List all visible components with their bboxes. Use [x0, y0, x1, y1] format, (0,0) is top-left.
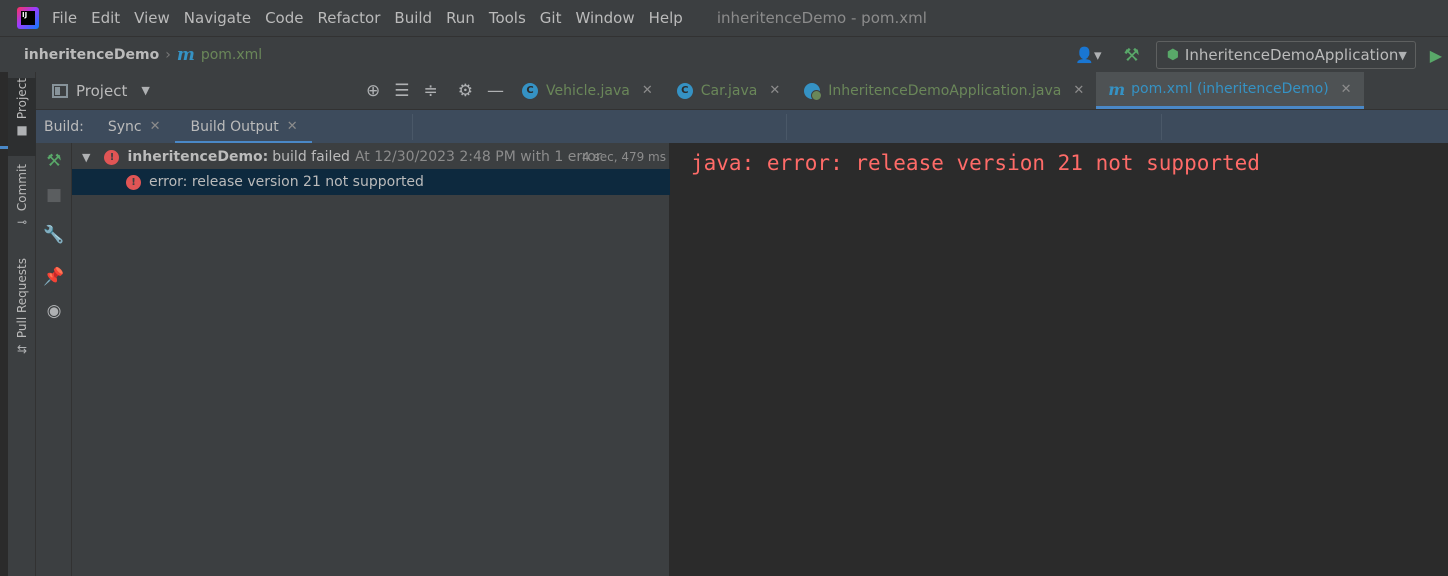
- pin-icon[interactable]: 📌: [36, 267, 72, 287]
- editor-tab-label: Car.java: [700, 82, 758, 99]
- editor-tab-car[interactable]: C Car.java ✕: [665, 72, 793, 109]
- build-tab-label: Sync: [107, 118, 142, 135]
- console-error-line: java: error: release version 21 not supp…: [691, 151, 1260, 175]
- build-console[interactable]: java: error: release version 21 not supp…: [671, 143, 1448, 576]
- menu-refactor[interactable]: Refactor: [317, 9, 380, 27]
- menu-tools[interactable]: Tools: [489, 9, 526, 27]
- menu-bar: IJ File Edit View Navigate Code Refactor…: [0, 0, 1448, 36]
- build-hammer-icon[interactable]: ⚒: [36, 151, 72, 171]
- intellij-logo-icon[interactable]: IJ: [17, 7, 39, 29]
- project-panel-title[interactable]: Project: [76, 82, 127, 100]
- menu-code[interactable]: Code: [265, 9, 303, 27]
- build-tree: ▼ ! inheritenceDemo: build failed At 12/…: [72, 143, 670, 576]
- user-dropdown-icon[interactable]: 👤▾: [1075, 46, 1101, 64]
- navigation-bar: inheritenceDemo › m pom.xml 👤▾ ⚒ ⬢ Inher…: [0, 36, 1448, 72]
- menu-file[interactable]: File: [52, 9, 77, 27]
- editor-tab-label: Vehicle.java: [546, 82, 630, 99]
- build-hammer-icon[interactable]: ⚒: [1124, 45, 1140, 66]
- menu-git[interactable]: Git: [540, 9, 562, 27]
- editor-tab-bar: C Vehicle.java ✕ C Car.java ✕ Inheritenc…: [510, 72, 1448, 109]
- editor-tab-application[interactable]: InheritenceDemoApplication.java ✕: [792, 72, 1096, 109]
- commit-icon: ⊸: [16, 215, 28, 230]
- side-tab-commit[interactable]: Commit ⊸: [8, 164, 36, 234]
- folder-icon: ■: [16, 123, 28, 138]
- close-icon[interactable]: ✕: [642, 83, 653, 98]
- stop-icon[interactable]: ■: [36, 185, 72, 205]
- build-error-message: error: release version 21 not supported: [149, 174, 424, 190]
- expand-all-icon[interactable]: ☰: [394, 81, 409, 101]
- build-project-name: inheritenceDemo:: [127, 149, 269, 165]
- side-tab-project[interactable]: Project ■: [8, 78, 36, 156]
- menu-view[interactable]: View: [134, 9, 170, 27]
- editor-tab-vehicle[interactable]: C Vehicle.java ✕: [510, 72, 665, 109]
- close-icon[interactable]: ✕: [1073, 83, 1084, 98]
- build-timestamp: At 12/30/2023 2:48 PM with 1 error: [354, 149, 602, 165]
- locate-icon[interactable]: ⊕: [366, 81, 380, 101]
- menu-edit[interactable]: Edit: [91, 9, 120, 27]
- build-tab-label: Build Output: [190, 118, 279, 135]
- class-icon: C: [522, 82, 538, 99]
- project-panel-header: Project ▼ ⊕ ☰ ≑ ⚙ —: [36, 72, 510, 109]
- project-panel-icon: [52, 83, 68, 98]
- gear-icon[interactable]: ⚙: [458, 81, 473, 101]
- hide-icon[interactable]: —: [487, 81, 504, 101]
- side-tab-project-label: Project: [15, 78, 29, 120]
- editor-tab-label: InheritenceDemoApplication.java: [828, 82, 1062, 99]
- close-icon[interactable]: ✕: [150, 119, 161, 134]
- error-icon: !: [104, 149, 120, 165]
- breadcrumb-project[interactable]: inheritenceDemo: [24, 47, 159, 63]
- close-icon[interactable]: ✕: [287, 119, 298, 134]
- divider: [412, 114, 413, 140]
- editor-tab-pom[interactable]: m pom.xml (inheritenceDemo) ✕: [1096, 72, 1364, 109]
- spring-boot-icon: ⬢: [1166, 47, 1179, 63]
- build-tab-output[interactable]: Build Output ✕: [174, 110, 312, 144]
- run-configuration-label: InheritenceDemoApplication: [1184, 46, 1399, 64]
- build-status: build failed: [272, 149, 350, 165]
- menu-window[interactable]: Window: [575, 9, 634, 27]
- side-tab-pull-requests[interactable]: Pull Requests ⇆: [8, 258, 36, 362]
- menu-help[interactable]: Help: [649, 9, 683, 27]
- side-tab-pull-requests-label: Pull Requests: [15, 258, 29, 339]
- left-edge: [0, 72, 8, 576]
- build-duration: 4 sec, 479 ms: [582, 150, 666, 164]
- class-icon: C: [676, 82, 693, 99]
- breadcrumb-separator-icon: ›: [165, 46, 171, 63]
- window-title: inheritenceDemo - pom.xml: [716, 9, 927, 27]
- menu-navigate[interactable]: Navigate: [184, 9, 251, 27]
- build-title: Build:: [44, 118, 84, 135]
- run-icon[interactable]: ▶: [1430, 46, 1442, 65]
- divider: [786, 114, 787, 140]
- breadcrumb-file[interactable]: pom.xml: [201, 47, 262, 63]
- tool-window-strip: Project ■ Commit ⊸ Pull Requests ⇆: [8, 72, 36, 576]
- maven-icon: m: [1108, 79, 1126, 99]
- eye-icon[interactable]: ◉: [36, 301, 72, 321]
- pull-request-icon: ⇆: [16, 342, 28, 357]
- menu-run[interactable]: Run: [446, 9, 475, 27]
- collapse-all-icon[interactable]: ≑: [424, 81, 438, 101]
- chevron-down-icon[interactable]: ▼: [82, 151, 90, 164]
- tree-row-build-result[interactable]: ▼ ! inheritenceDemo: build failed At 12/…: [72, 144, 670, 170]
- run-configuration-select[interactable]: ⬢ InheritenceDemoApplication ▼: [1155, 41, 1416, 69]
- build-toolbar: ⚒ ■ 🔧 📌 ◉: [36, 143, 72, 576]
- chevron-down-icon[interactable]: ▼: [141, 84, 149, 97]
- close-icon[interactable]: ✕: [769, 83, 780, 98]
- menu-build[interactable]: Build: [394, 9, 432, 27]
- maven-icon: m: [176, 44, 195, 65]
- wrench-icon[interactable]: 🔧: [36, 225, 72, 245]
- build-tab-bar: Build: Sync ✕ Build Output ✕: [36, 109, 1448, 144]
- editor-tab-label: pom.xml (inheritenceDemo): [1131, 81, 1329, 97]
- build-tab-sync[interactable]: Sync ✕: [106, 110, 175, 144]
- close-icon[interactable]: ✕: [1341, 82, 1352, 97]
- spring-boot-icon: [804, 82, 823, 101]
- error-icon: !: [126, 174, 141, 190]
- divider: [1161, 114, 1162, 140]
- tree-row-error[interactable]: ! error: release version 21 not supporte…: [72, 169, 670, 195]
- chevron-down-icon: ▼: [1398, 48, 1407, 62]
- side-tab-commit-label: Commit: [15, 164, 29, 212]
